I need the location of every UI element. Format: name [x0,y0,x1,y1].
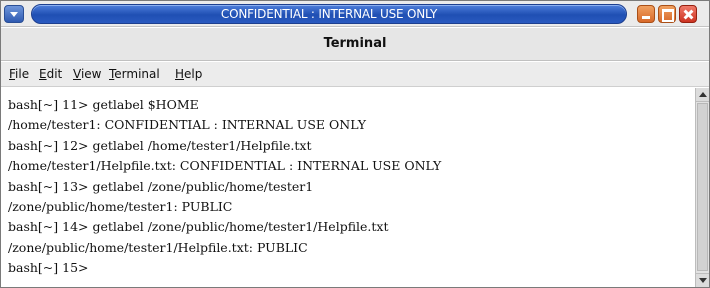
scroll-up-icon[interactable] [696,88,709,102]
terminal-line: bash[~] 13> getlabel /zone/public/home/t… [8,178,314,194]
menu-help[interactable]: Help [175,67,202,81]
terminal-prompt: bash[~] 15> [8,260,89,276]
terminal-line: bash[~] 12> getlabel /home/tester1/Helpf… [8,137,312,153]
trusted-label-bar: CONFIDENTIAL : INTERNAL USE ONLY [1,1,709,27]
terminal-output[interactable]: bash[~] 11> getlabel $HOME /home/tester1… [1,88,695,287]
terminal-line: /zone/public/home/tester1: PUBLIC [8,198,233,214]
terminal-line: /home/tester1: CONFIDENTIAL : INTERNAL U… [8,117,366,133]
security-label-text: CONFIDENTIAL : INTERNAL USE ONLY [220,7,438,21]
menu-file-label: ile [15,67,30,81]
terminal-line: /zone/public/home/tester1/Helpfile.txt: … [8,239,308,255]
window-menu-icon[interactable] [4,5,24,23]
vertical-scrollbar[interactable] [695,88,709,287]
terminal-line: bash[~] 11> getlabel $HOME [8,97,199,112]
menu-edit-label: dit [46,67,63,81]
maximize-icon[interactable] [658,5,676,23]
menu-view[interactable]: View [73,67,101,81]
minimize-icon[interactable] [637,5,655,23]
terminal-line: /home/tester1/Helpfile.txt: CONFIDENTIAL… [8,158,442,174]
menu-help-mnemonic: H [175,67,185,81]
security-label: CONFIDENTIAL : INTERNAL USE ONLY [31,4,627,24]
menu-bar: File Edit View Terminal Help [1,62,709,87]
terminal-window: CONFIDENTIAL : INTERNAL USE ONLY Termina… [0,0,710,288]
menu-help-label: elp [184,67,203,81]
menu-view-mnemonic: V [73,67,81,81]
terminal-line: bash[~] 14> getlabel /zone/public/home/t… [8,219,389,235]
close-icon[interactable] [679,5,697,23]
menu-edit[interactable]: Edit [39,67,62,81]
title-bar[interactable]: Terminal [1,28,709,61]
window-title: Terminal [323,36,387,51]
menu-terminal-label: erminal [114,67,160,81]
menu-view-label: iew [80,67,102,81]
scroll-down-icon[interactable] [696,273,709,287]
menu-file[interactable]: File [9,67,29,81]
menu-edit-mnemonic: E [39,67,47,81]
scrollbar-thumb[interactable] [697,103,708,271]
menu-terminal[interactable]: Terminal [109,67,160,81]
